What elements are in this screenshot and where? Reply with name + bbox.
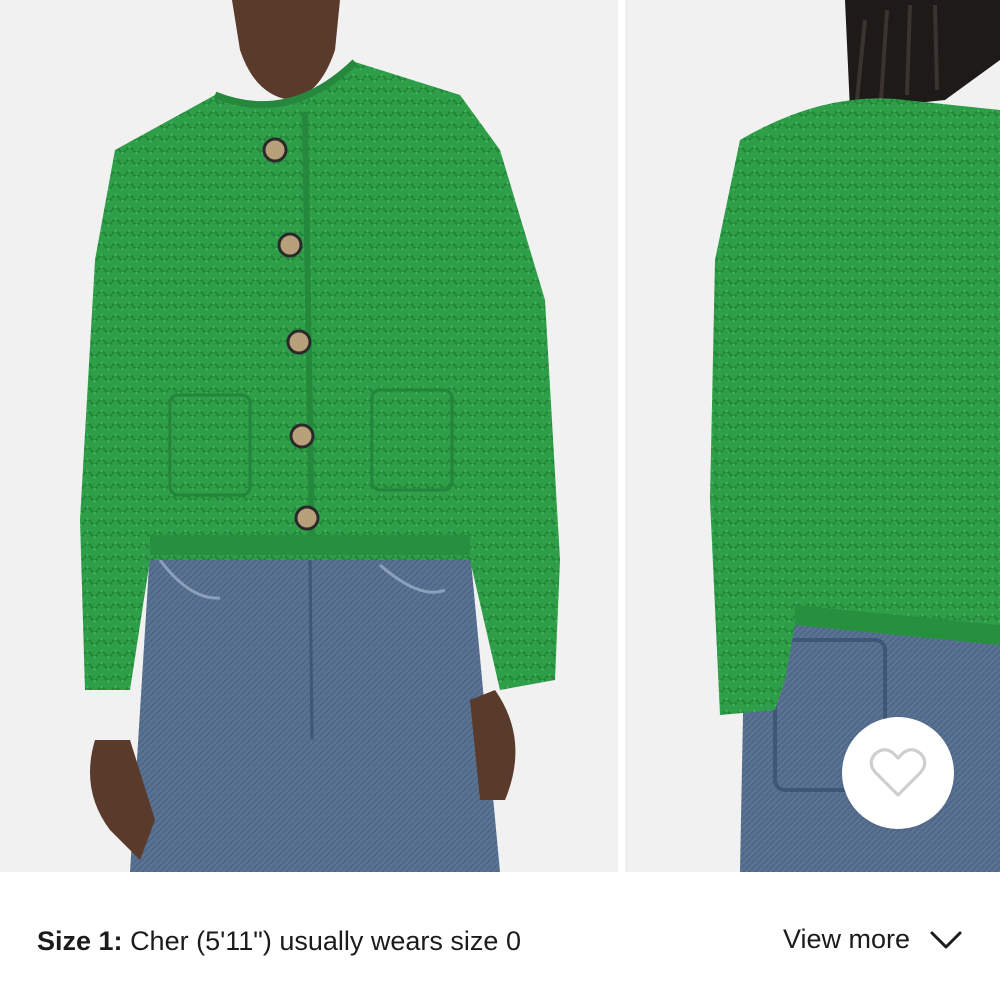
heart-icon: [869, 748, 927, 797]
size-label: Size 1:: [37, 926, 123, 956]
view-more-label: View more: [782, 924, 910, 954]
model-front-illustration: [0, 0, 618, 872]
chevron-down-icon: [930, 931, 962, 948]
product-image-gallery: [0, 0, 1000, 872]
add-to-wishlist-button[interactable]: [842, 717, 954, 829]
view-more-button[interactable]: View more: [783, 924, 962, 955]
product-photo-front[interactable]: [0, 0, 618, 872]
size-description: Cher (5'11") usually wears size 0: [130, 926, 521, 956]
model-size-info: Size 1: Cher (5'11") usually wears size …: [37, 926, 521, 957]
